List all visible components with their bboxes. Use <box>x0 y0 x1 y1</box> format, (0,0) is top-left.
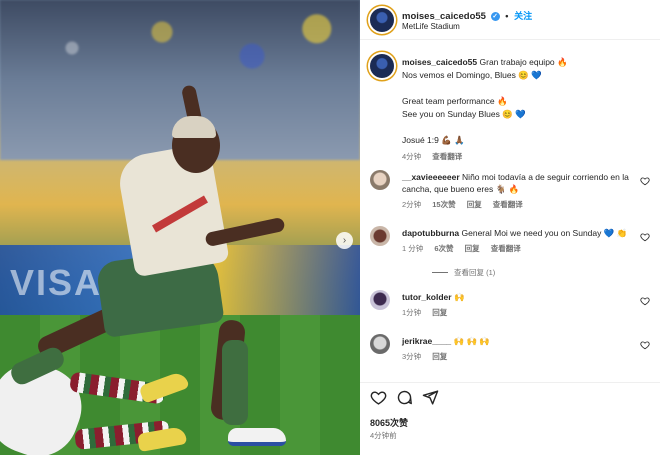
divider-line <box>432 272 448 273</box>
follow-button[interactable]: 关注 <box>514 11 532 21</box>
avatar[interactable] <box>370 290 390 310</box>
caption-line: See you on Sunday Blues 😊 💙 <box>402 109 526 119</box>
see-translation-link[interactable]: 查看翻译 <box>491 244 521 253</box>
avatar[interactable] <box>370 226 390 246</box>
next-photo-button[interactable]: › <box>336 232 353 249</box>
share-icon[interactable] <box>422 389 439 406</box>
comment-icon[interactable] <box>396 389 413 406</box>
post-header: moises_caicedo55 ✓ • 关注 MetLife Stadium <box>360 0 660 40</box>
comment-username-link[interactable]: jerikrae____ <box>402 336 451 346</box>
heart-icon[interactable] <box>370 389 387 406</box>
comment-username-link[interactable]: dapotubburna <box>402 228 459 238</box>
comment-likes-link[interactable]: 15次赞 <box>432 200 455 209</box>
post-photo[interactable]: VISA › <box>0 0 360 455</box>
heart-icon[interactable] <box>640 176 650 186</box>
separator-dot: • <box>505 11 509 21</box>
view-replies-label: 查看回复 (1) <box>454 268 496 277</box>
post-time: 4分钟前 <box>370 431 397 440</box>
reply-button[interactable]: 回复 <box>432 308 447 317</box>
caption-meta: 4分钟 查看翻译 <box>402 150 652 163</box>
comment-text: 🙌 <box>453 292 465 302</box>
comment-time: 1分钟 <box>402 308 422 317</box>
comment-body: tutor_kolder 🙌 1分钟 回复 <box>402 291 640 319</box>
post-author: moises_caicedo55 ✓ • 关注 <box>402 9 532 22</box>
reply-button[interactable]: 回复 <box>467 200 482 209</box>
comment-text: 🙌 🙌 🙌 <box>453 336 491 346</box>
caption-line: Great team performance 🔥 <box>402 96 508 106</box>
comment-text: General Moi we need you on Sunday 💙 👏 <box>461 228 628 238</box>
caption-line <box>402 121 652 134</box>
caption-username-link[interactable]: moises_caicedo55 <box>402 57 477 67</box>
comment-meta: 2分钟 15次赞 回复 查看翻译 <box>402 199 640 211</box>
comment-text: cancha, que bueno eres 🐐 🔥 <box>402 184 520 194</box>
avatar[interactable] <box>370 334 390 354</box>
see-translation-link[interactable]: 查看翻译 <box>432 152 462 161</box>
heart-icon[interactable] <box>640 232 650 242</box>
comments-list[interactable]: moises_caicedo55 Gran trabajo equipo 🔥 N… <box>360 40 660 380</box>
caption-line: Josué 1:9 💪🏾 🙏🏾 <box>402 135 465 145</box>
comment-body: dapotubburna General Moi we need you on … <box>402 227 640 255</box>
photo-player-sock <box>222 340 248 425</box>
comment-meta: 3分钟 回复 <box>402 351 640 363</box>
avatar[interactable] <box>370 54 394 78</box>
likes-count[interactable]: 8065次赞 <box>370 416 408 429</box>
view-replies-button[interactable]: 查看回复 (1) <box>432 267 495 278</box>
avatar[interactable] <box>370 8 394 32</box>
comment-text: Niño moi todavía a de seguir corriendo e… <box>462 172 629 182</box>
avatar[interactable] <box>370 170 390 190</box>
comment-time: 2分钟 <box>402 200 422 209</box>
photo-player-boot <box>228 428 286 446</box>
comment-username-link[interactable]: __xavieeeeeer <box>402 172 460 182</box>
comment-body: __xavieeeeeer Niño moi todavía a de segu… <box>402 171 640 211</box>
photo-ad-board-text: VISA <box>10 262 103 303</box>
comment-username-link[interactable]: tutor_kolder <box>402 292 452 302</box>
reply-button[interactable]: 回复 <box>432 352 447 361</box>
location-link[interactable]: MetLife Stadium <box>402 22 460 31</box>
post-sidebar: moises_caicedo55 ✓ • 关注 MetLife Stadium … <box>360 0 660 455</box>
comment-time: 3分钟 <box>402 352 422 361</box>
comment-likes-link[interactable]: 6次赞 <box>434 244 453 253</box>
post-actions: 8065次赞 4分钟前 <box>360 382 660 455</box>
chevron-right-icon: › <box>342 235 347 246</box>
comment-body: jerikrae____ 🙌 🙌 🙌 3分钟 回复 <box>402 335 640 363</box>
author-username-link[interactable]: moises_caicedo55 <box>402 11 486 22</box>
heart-icon[interactable] <box>640 340 650 350</box>
caption-line <box>402 82 652 95</box>
caption-line: Gran trabajo equipo 🔥 <box>479 57 568 67</box>
caption-time: 4分钟 <box>402 152 422 161</box>
comment-meta: 1分钟 回复 <box>402 307 640 319</box>
reply-button[interactable]: 回复 <box>465 244 480 253</box>
post-caption: moises_caicedo55 Gran trabajo equipo 🔥 N… <box>402 56 652 163</box>
see-translation-link[interactable]: 查看翻译 <box>493 200 523 209</box>
verified-badge-icon: ✓ <box>490 11 500 21</box>
comment-time: 1 分钟 <box>402 244 424 253</box>
caption-line: Nos vemos el Domingo, Blues 😊 💙 <box>402 70 542 80</box>
heart-icon[interactable] <box>640 296 650 306</box>
comment-meta: 1 分钟 6次赞 回复 查看翻译 <box>402 243 640 255</box>
